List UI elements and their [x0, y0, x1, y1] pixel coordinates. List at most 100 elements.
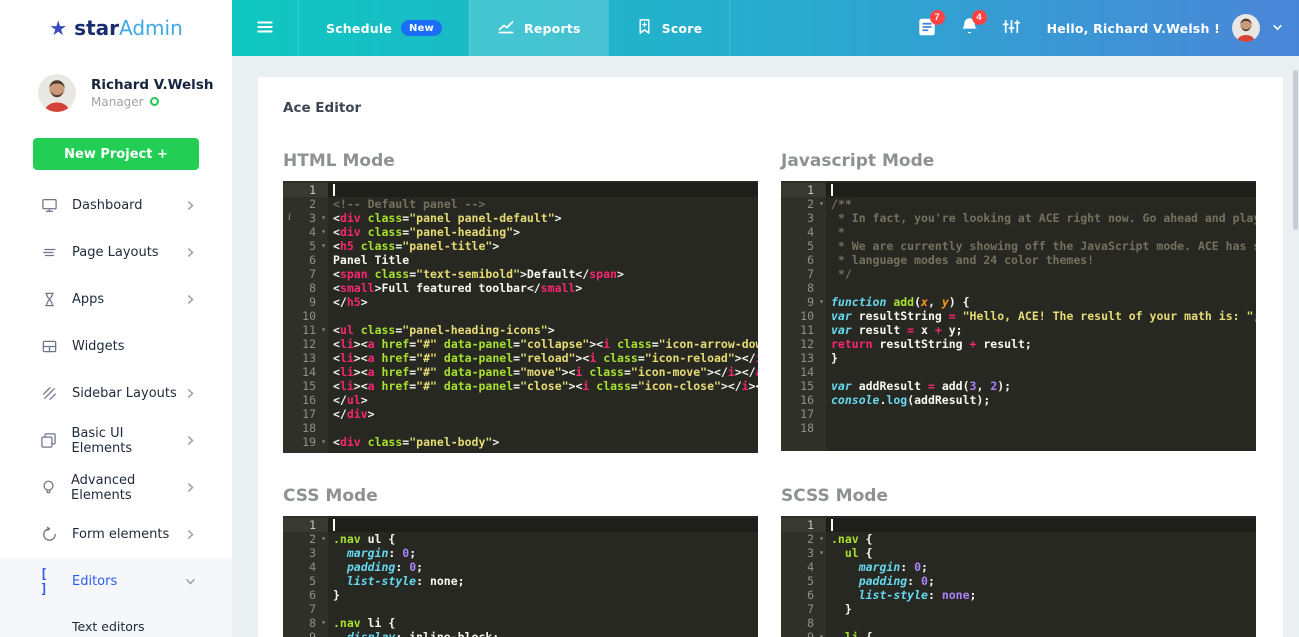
fold-arrow-icon[interactable]: ▾	[819, 197, 824, 211]
page-title: Ace Editor	[283, 100, 1258, 116]
code-line: 3 margin: 0;	[283, 546, 758, 560]
line-number: 18	[302, 421, 316, 435]
editors-icon: [ ]	[40, 567, 58, 597]
fold-arrow-icon[interactable]: ▾	[819, 295, 824, 309]
line-number: 4	[309, 560, 316, 574]
line-number: 15	[800, 379, 814, 393]
sidebar-item-dashboard[interactable]: Dashboard	[0, 182, 232, 229]
chevron-right-icon	[185, 435, 196, 446]
line-number: 2	[807, 532, 814, 546]
code-line: 14<li><a href="#" data-panel="move"><i c…	[283, 365, 758, 379]
user-dropdown[interactable]: Hello, Richard V.Welsh !	[1043, 14, 1283, 42]
sidebar-item-editors[interactable]: [ ]Editors	[0, 558, 232, 605]
code-line: 13}	[781, 351, 1256, 365]
line-number: 8	[807, 616, 814, 630]
line-number: 4	[807, 225, 814, 239]
line-number: 2	[807, 197, 814, 211]
code-line: 9▾ li {	[781, 630, 1256, 637]
sidebar-item-label: Apps	[72, 292, 104, 307]
code-line: 11var result = x + y;	[781, 323, 1256, 337]
ace-editor-js[interactable]: 12▾/**3 * In fact, you're looking at ACE…	[781, 181, 1256, 451]
line-number: 14	[302, 365, 316, 379]
star-icon: ★	[49, 18, 67, 38]
line-number: 6	[309, 588, 316, 602]
code-line: 17</div>	[283, 407, 758, 421]
fold-arrow-icon[interactable]: ▾	[321, 225, 326, 239]
line-number: 5	[309, 574, 316, 588]
ace-editor-card: Ace Editor HTML Mode 12<!-- Default panel…	[258, 77, 1283, 637]
fold-arrow-icon[interactable]: ▾	[321, 211, 326, 225]
messages-count-badge: 7	[930, 10, 945, 25]
fold-arrow-icon[interactable]: ▾	[819, 630, 824, 637]
code-line: 18	[781, 421, 1256, 435]
text-cursor	[831, 184, 833, 196]
sidebar-item-advanced-elements[interactable]: Advanced Elements	[0, 464, 232, 511]
editor-title-html: HTML Mode	[283, 151, 758, 171]
code-line: 9▾function add(x, y) {	[781, 295, 1256, 309]
code-line: 4 *	[781, 225, 1256, 239]
text-cursor	[333, 519, 335, 531]
editor-title-scss: SCSS Mode	[781, 486, 1256, 506]
code-line: 9 display: inline-block;	[283, 630, 758, 637]
nav-item-score[interactable]: Score	[608, 0, 731, 56]
settings-button[interactable]	[1001, 16, 1022, 40]
fold-arrow-icon[interactable]: ▾	[321, 616, 326, 630]
profile-role-label: Manager	[91, 95, 144, 109]
line-number: 4	[309, 225, 316, 239]
nav-item-schedule[interactable]: Schedule New	[298, 0, 469, 56]
scrollbar-thumb[interactable]	[1293, 70, 1298, 230]
sidebar-item-basic-ui-elements[interactable]: Basic UI Elements	[0, 417, 232, 464]
code-line: 5▾<h5 class="panel-title">	[283, 239, 758, 253]
editor-title-js: Javascript Mode	[781, 151, 1256, 171]
fold-arrow-icon[interactable]: ▾	[321, 239, 326, 253]
code-line: 18	[283, 421, 758, 435]
line-number: 11	[800, 323, 814, 337]
code-line: 2▾.nav {	[781, 532, 1256, 546]
sidebar-subitem-text-editors[interactable]: Text editors	[0, 605, 232, 637]
brand-logo[interactable]: ★ starAdmin	[0, 0, 232, 56]
brand-name: starAdmin	[74, 16, 183, 40]
code-line: 6 list-style: none;	[781, 588, 1256, 602]
line-number: 2	[309, 197, 316, 211]
nav-item-reports[interactable]: Reports	[469, 0, 608, 56]
notifications-button[interactable]: 4	[959, 16, 980, 40]
fold-arrow-icon[interactable]: ▾	[321, 323, 326, 337]
line-number: 2	[309, 532, 316, 546]
sidebar-toggle-button[interactable]	[232, 0, 298, 56]
sidebar-item-page-layouts[interactable]: Page Layouts	[0, 229, 232, 276]
chevron-right-icon	[185, 200, 196, 211]
ace-editor-html[interactable]: 12<!-- Default panel -->i3▾<div class="p…	[283, 181, 758, 453]
editor-grid: HTML Mode 12<!-- Default panel -->i3▾<div…	[283, 151, 1258, 637]
code-line: 1	[781, 183, 1256, 197]
new-project-button[interactable]: New Project +	[33, 138, 199, 170]
fold-arrow-icon[interactable]: ▾	[819, 532, 824, 546]
sidebar-item-sidebar-layouts[interactable]: Sidebar Layouts	[0, 370, 232, 417]
line-number: 14	[800, 365, 814, 379]
page-scrollbar[interactable]	[1291, 56, 1299, 637]
code-line: 7 }	[781, 602, 1256, 616]
line-number: 13	[302, 351, 316, 365]
sidebar-item-label: Advanced Elements	[71, 473, 185, 503]
sidebar-item-widgets[interactable]: Widgets	[0, 323, 232, 370]
line-number: 9	[807, 630, 814, 637]
brand-name-light: Admin	[119, 16, 183, 40]
nav-item-score-label: Score	[662, 21, 703, 36]
code-line: 10var resultString = "Hello, ACE! The re…	[781, 309, 1256, 323]
fold-arrow-icon[interactable]: ▾	[819, 546, 824, 560]
line-number: 9	[309, 630, 316, 637]
sidebar-item-apps[interactable]: Apps	[0, 276, 232, 323]
messages-button[interactable]: 7	[916, 16, 938, 41]
nav-item-schedule-label: Schedule	[326, 21, 392, 36]
sidebar-subitem-label: Text editors	[72, 619, 145, 634]
chevron-down-icon	[185, 576, 196, 587]
sidebar-profile[interactable]: Richard V.Welsh Manager	[0, 56, 232, 112]
sidebar-group-editors: [ ]Editors Text editors	[0, 558, 232, 637]
line-number: 13	[800, 351, 814, 365]
ace-editor-scss[interactable]: 12▾.nav {3▾ ul {4 margin: 0;5 padding: 0…	[781, 516, 1256, 637]
fold-arrow-icon[interactable]: ▾	[321, 532, 326, 546]
code-line: 6 * language modes and 24 color themes!	[781, 253, 1256, 267]
sidebar-item-form-elements[interactable]: Form elements	[0, 511, 232, 558]
fold-arrow-icon[interactable]: ▾	[321, 435, 326, 449]
code-line: 8	[781, 616, 1256, 630]
ace-editor-css[interactable]: 12▾.nav ul {3 margin: 0;4 padding: 0;5 l…	[283, 516, 758, 637]
